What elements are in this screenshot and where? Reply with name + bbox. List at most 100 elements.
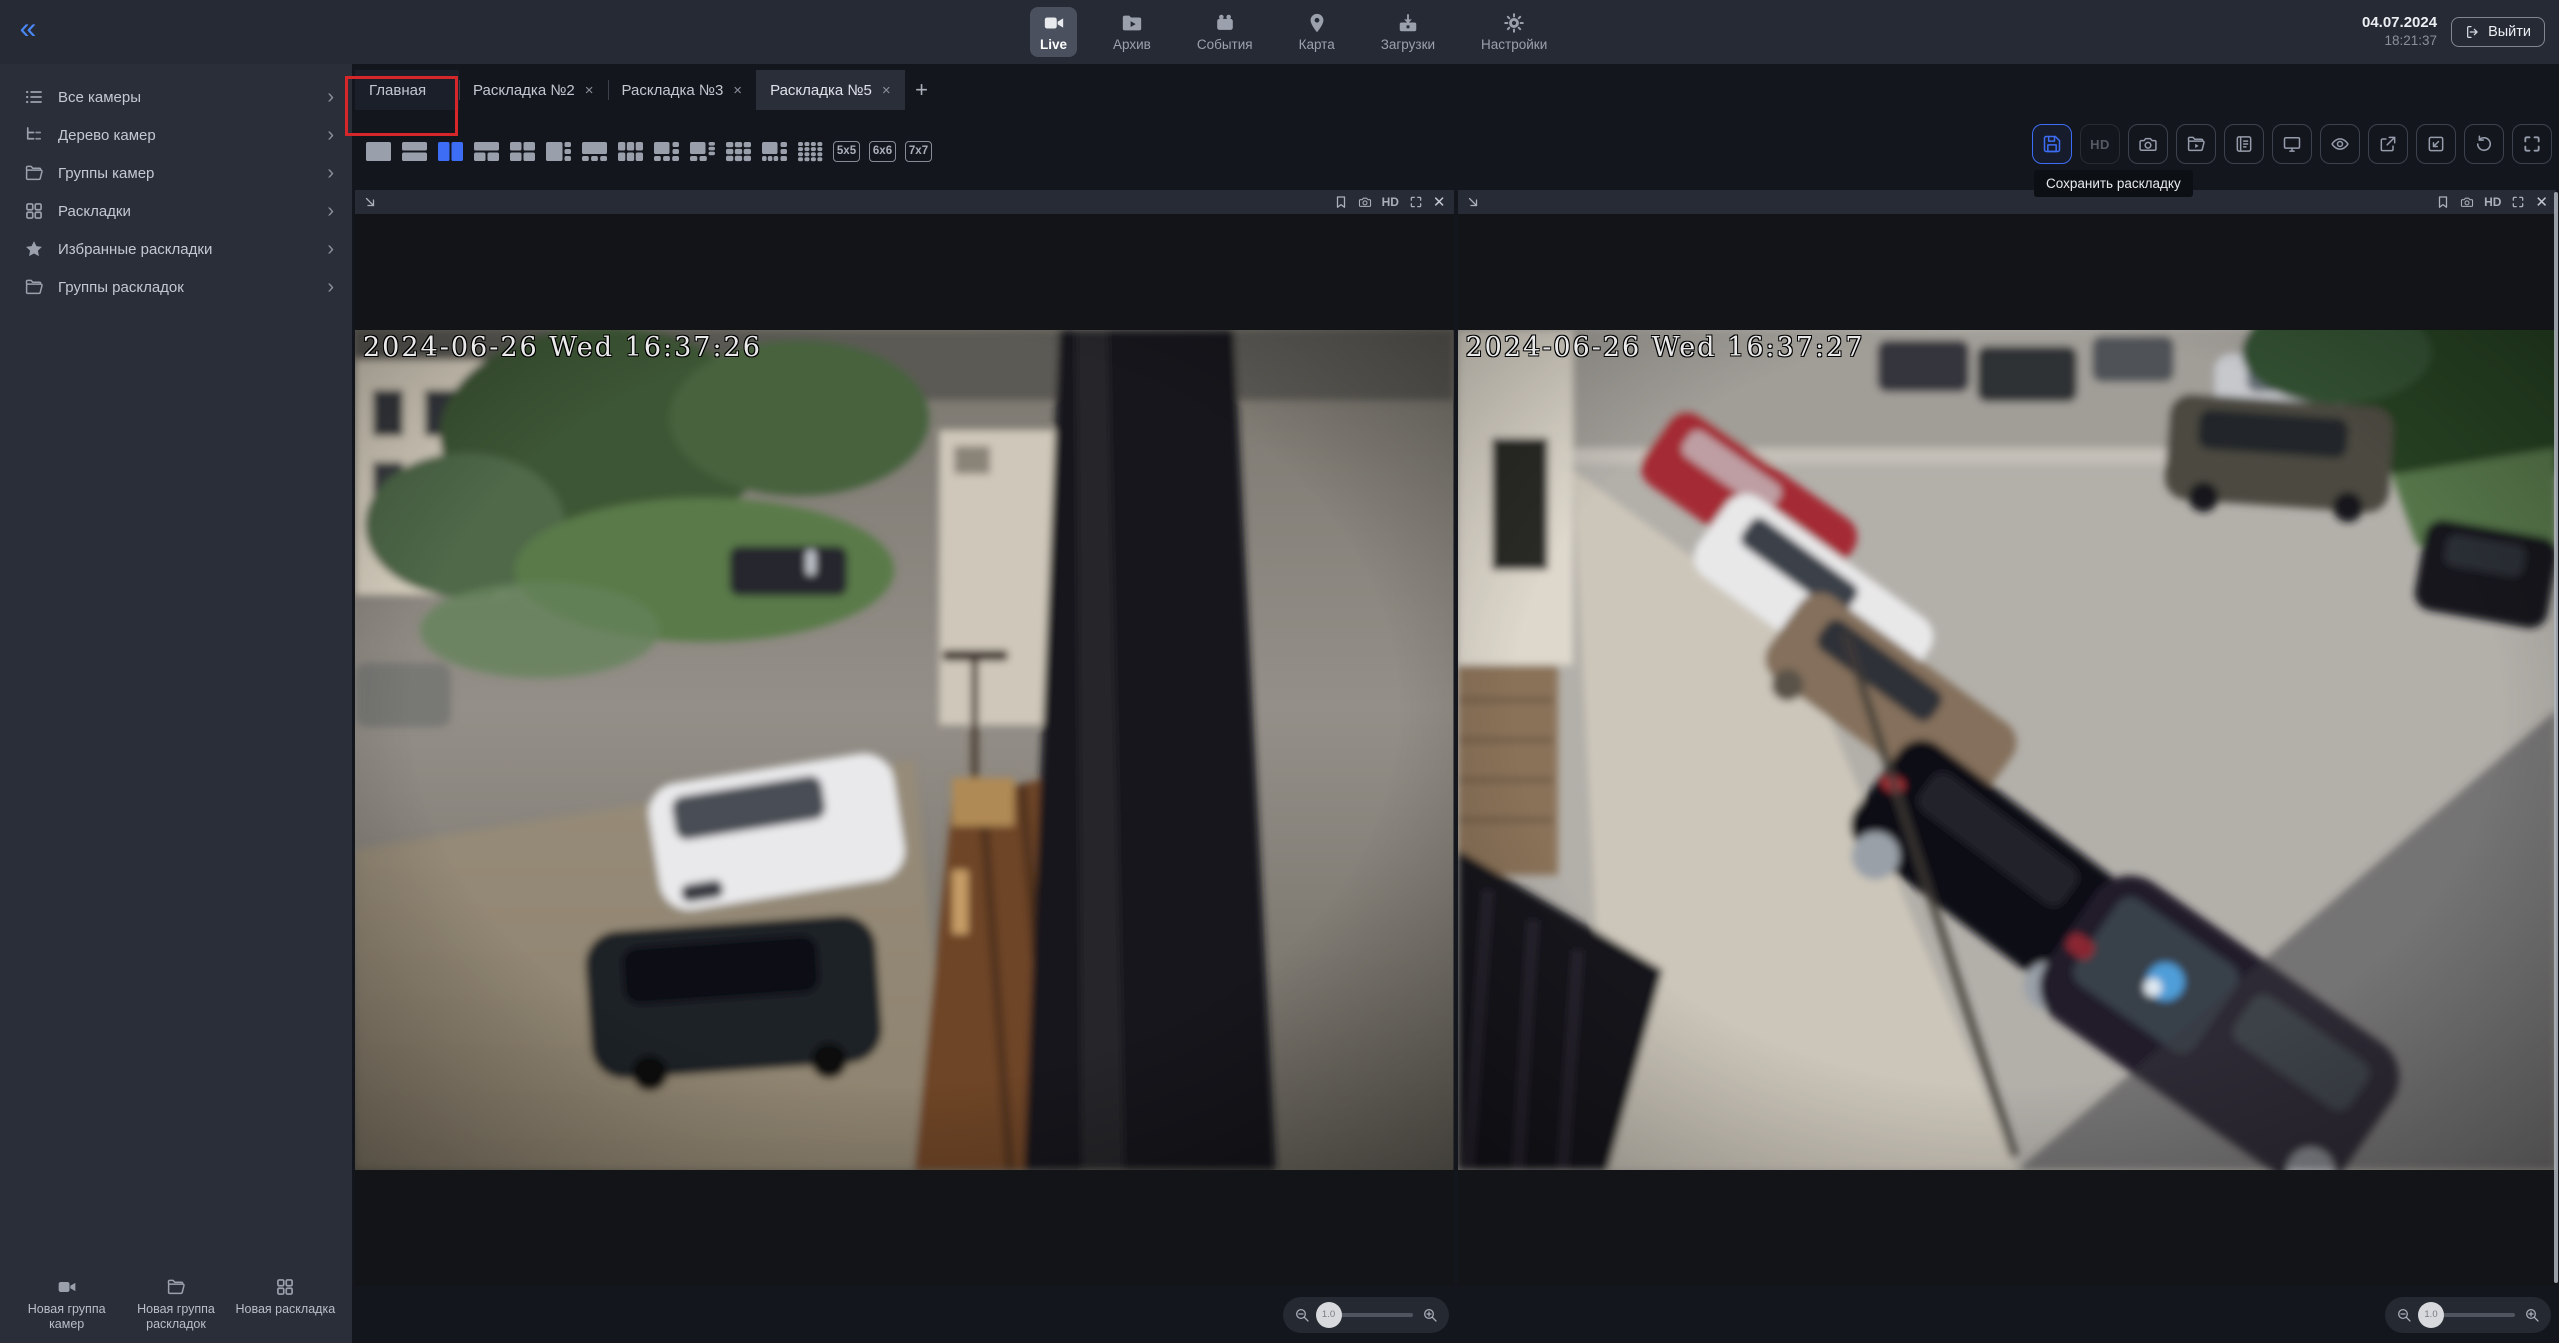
tab-2[interactable]: Раскладка №2× <box>459 70 608 110</box>
close-tab-icon[interactable]: × <box>585 82 594 99</box>
layout-option-layout-1-2[interactable] <box>473 141 500 162</box>
sidebar-item-camera-tree[interactable]: Дерево камер› <box>0 116 352 154</box>
layout-option-layout-1-8[interactable] <box>761 141 788 162</box>
camera-tile-2: HD ✕ <box>1458 190 2557 1286</box>
sidebar-item-camera-groups[interactable]: Группы камер› <box>0 154 352 192</box>
layout-option-layout-2x2[interactable] <box>509 141 536 162</box>
layout-option-6x6[interactable]: 6x6 <box>869 141 896 162</box>
layout-option-layout-4x4[interactable] <box>797 141 824 162</box>
drag-diagonal-icon[interactable] <box>1466 195 1480 209</box>
layout-option-layout-1-3-side[interactable] <box>545 141 572 162</box>
live-camera-icon <box>1043 12 1065 34</box>
close-icon[interactable]: ✕ <box>1433 195 1446 210</box>
nav-label: Настройки <box>1481 37 1547 52</box>
refresh-icon <box>2474 134 2494 154</box>
sidebar-item-all-cameras[interactable]: Все камеры› <box>0 78 352 116</box>
courtyard-scene <box>355 330 1454 1170</box>
new-layout-group-button[interactable]: Новая группа раскладок <box>121 1277 230 1333</box>
journal-button[interactable] <box>2224 124 2264 164</box>
new-camera-group-button[interactable]: Новая группа камер <box>12 1277 121 1333</box>
bookmark-icon[interactable] <box>1334 195 1348 209</box>
hd-toggle[interactable]: HD <box>1382 195 1399 209</box>
chevron-right-icon: › <box>327 277 336 297</box>
main-nav: Live Архив События Карта Загрузки Настройки <box>1030 0 1557 64</box>
sidebar-footer: Новая группа камерНовая группа раскладок… <box>0 1269 352 1343</box>
nav-live[interactable]: Live <box>1030 7 1077 57</box>
hd-quality-button[interactable]: HD <box>2080 124 2120 164</box>
save-layout-button[interactable] <box>2032 124 2072 164</box>
close-icon[interactable]: ✕ <box>2535 195 2548 210</box>
expand-icon[interactable] <box>1409 195 1423 209</box>
folder-icon <box>166 1277 186 1297</box>
zoom-slider[interactable]: 1.0 <box>1319 1313 1413 1317</box>
share-button[interactable] <box>2368 124 2408 164</box>
sidebar-items: Все камеры›Дерево камер›Группы камер›Рас… <box>0 78 352 306</box>
zoom-slider-handle[interactable]: 1.0 <box>2418 1302 2444 1328</box>
zoom-slider-handle[interactable]: 1.0 <box>1316 1302 1342 1328</box>
expand-icon[interactable] <box>2511 195 2525 209</box>
nav-settings[interactable]: Настройки <box>1471 7 1557 57</box>
nav-label: Архив <box>1113 37 1151 52</box>
footer-button-label: Новая группа раскладок <box>121 1302 230 1333</box>
tab-4[interactable]: Раскладка №5× <box>756 70 905 110</box>
grid-icon <box>275 1277 295 1297</box>
video-timestamp: 2024-06-26 Wed 16:37:26 <box>363 332 762 363</box>
nav-map[interactable]: Карта <box>1289 7 1345 57</box>
close-tab-icon[interactable]: × <box>882 82 891 99</box>
new-layout-button[interactable]: Новая раскладка <box>231 1277 340 1333</box>
drag-diagonal-icon[interactable] <box>363 195 377 209</box>
tree-icon <box>24 125 44 145</box>
tab-1[interactable]: Главная <box>355 70 459 110</box>
camera-tiles: HD ✕ <box>352 190 2559 1286</box>
sidebar-item-favorite-layouts[interactable]: Избранные раскладки› <box>0 230 352 268</box>
layout-option-layout-2x3[interactable] <box>617 141 644 162</box>
view-mode-button[interactable] <box>2320 124 2360 164</box>
logout-button[interactable]: Выйти <box>2451 17 2545 47</box>
layout-option-layout-1[interactable] <box>365 141 392 162</box>
zoom-in-icon[interactable] <box>1422 1307 1438 1323</box>
layout-option-layout-2cols[interactable] <box>437 141 464 162</box>
sidebar-item-layouts[interactable]: Раскладки› <box>0 192 352 230</box>
layout-option-7x7[interactable]: 7x7 <box>905 141 932 162</box>
reset-view-button[interactable] <box>2464 124 2504 164</box>
fullscreen-button[interactable] <box>2512 124 2552 164</box>
layout-option-layout-1-3-bottom[interactable] <box>581 141 608 162</box>
collapse-sidebar-button[interactable]: « <box>0 14 56 50</box>
open-archive-button[interactable] <box>2176 124 2216 164</box>
sidebar: Все камеры›Дерево камер›Группы камер›Рас… <box>0 64 352 1343</box>
topbar: « Live Архив События Карта Загрузки Настройки… <box>0 0 2559 64</box>
logout-icon <box>2465 24 2481 40</box>
nav-events[interactable]: События <box>1187 7 1263 57</box>
resize-icon <box>2426 134 2446 154</box>
folder-icon <box>24 163 44 183</box>
zoom-in-icon[interactable] <box>2524 1307 2540 1323</box>
hd-toggle[interactable]: HD <box>2484 195 2501 209</box>
layout-option-layout-2rows[interactable] <box>401 141 428 162</box>
map-pin-icon <box>1306 12 1328 34</box>
camera-video-2[interactable]: 2024-06-26 Wed 16:37:27 <box>1458 214 2557 1286</box>
zoom-out-icon[interactable] <box>1294 1307 1310 1323</box>
snapshot-button[interactable] <box>2128 124 2168 164</box>
camera-video-1[interactable]: 2024-06-26 Wed 16:37:26 <box>355 214 1454 1286</box>
layout-option-5x5[interactable]: 5x5 <box>833 141 860 162</box>
zoom-slider[interactable]: 1.0 <box>2421 1313 2515 1317</box>
bookmark-icon[interactable] <box>2436 195 2450 209</box>
tab-3[interactable]: Раскладка №3× <box>608 70 757 110</box>
nav-downloads[interactable]: Загрузки <box>1371 7 1445 57</box>
close-tab-icon[interactable]: × <box>733 82 742 99</box>
layout-option-layout-3x3[interactable] <box>725 141 752 162</box>
nav-archive[interactable]: Архив <box>1103 7 1161 57</box>
sidebar-item-layout-groups[interactable]: Группы раскладок› <box>0 268 352 306</box>
display-button[interactable] <box>2272 124 2312 164</box>
vertical-scrollbar[interactable] <box>2554 192 2558 1283</box>
settings-gear-icon <box>1503 12 1525 34</box>
zoom-out-icon[interactable] <box>2396 1307 2412 1323</box>
add-tab-button[interactable]: + <box>905 70 939 110</box>
snapshot-camera-icon[interactable] <box>1358 195 1372 209</box>
layout-option-layout-1-5-alt[interactable] <box>689 141 716 162</box>
nav-label: Загрузки <box>1381 37 1435 52</box>
layout-option-layout-1-5[interactable] <box>653 141 680 162</box>
collapse-view-button[interactable] <box>2416 124 2456 164</box>
snapshot-camera-icon[interactable] <box>2460 195 2474 209</box>
layout-toolbar: 5x5 6x6 7x7 <box>365 138 932 164</box>
